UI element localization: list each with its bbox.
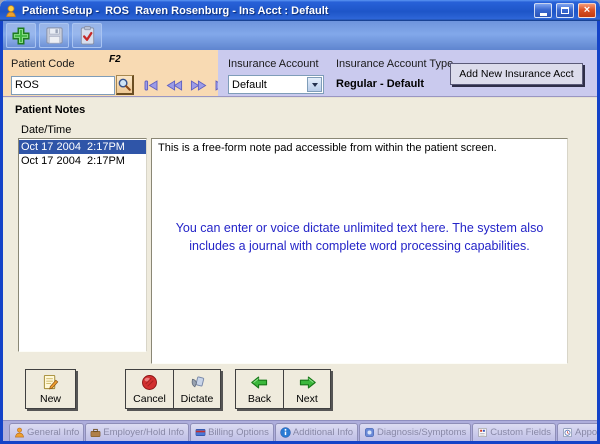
record-navigation <box>144 80 229 91</box>
note-text-area[interactable]: This is a free-form note pad accessible … <box>151 138 568 364</box>
patient-notes-page: Patient Notes Date/Time Oct 17 2004 2:17… <box>3 97 597 420</box>
tab-label: Appointments <box>575 427 597 438</box>
close-button[interactable]: × <box>578 3 596 18</box>
previous-record-button[interactable] <box>166 80 183 91</box>
back-button-label: Back <box>248 393 271 405</box>
tab-appointments[interactable]: Appointments <box>557 423 597 441</box>
next-button[interactable]: Next <box>283 369 331 409</box>
insurance-account-label: Insurance Account <box>228 58 319 70</box>
plus-icon <box>10 25 32 47</box>
insurance-panel: Insurance Account Default Insurance Acco… <box>218 50 597 96</box>
billing-card-icon <box>195 427 206 438</box>
search-button[interactable] <box>116 75 134 95</box>
clock-icon <box>562 427 573 438</box>
dictate-button-label: Dictate <box>181 393 214 405</box>
verify-button[interactable] <box>72 23 102 48</box>
person-icon <box>14 427 25 438</box>
custom-fields-icon <box>477 427 488 438</box>
toolbar <box>3 21 597 50</box>
bottom-tabbar: General Info Employer/Hold Info Billing Op… <box>3 420 597 441</box>
tab-label: Additional Info <box>293 427 353 438</box>
save-button[interactable] <box>39 23 69 48</box>
app-icon <box>4 4 18 18</box>
tab-label: Diagnosis/Symptoms <box>377 427 466 438</box>
tab-label: Custom Fields <box>490 427 551 438</box>
insurance-type-label: Insurance Account Type <box>336 58 453 70</box>
maximize-icon <box>561 7 569 14</box>
tab-label: Billing Options <box>208 427 269 438</box>
new-button-label: New <box>40 393 61 405</box>
back-button[interactable]: Back <box>235 369 283 409</box>
page-title: Patient Notes <box>15 104 85 116</box>
tab-label: General Info <box>27 427 79 438</box>
insurance-account-dropdown[interactable]: Default <box>228 75 324 94</box>
header-row: Patient Code F2 <box>3 50 597 97</box>
first-record-button[interactable] <box>144 80 159 91</box>
add-button[interactable] <box>6 23 36 48</box>
add-new-insurance-button[interactable]: Add New Insurance Acct <box>450 63 583 85</box>
maximize-button[interactable] <box>556 3 574 18</box>
tab-diagnosis-symptoms[interactable]: Diagnosis/Symptoms <box>359 423 471 441</box>
next-button-label: Next <box>296 393 318 405</box>
chevron-down-icon <box>312 83 318 87</box>
patient-code-hotkey: F2 <box>109 54 121 65</box>
list-item[interactable]: Oct 17 2004 2:17PM <box>19 154 146 168</box>
window-title: Patient Setup - ROS Raven Rosenburg - In… <box>22 5 530 17</box>
briefcase-icon <box>90 427 101 438</box>
tab-custom-fields[interactable]: Custom Fields <box>472 423 556 441</box>
microphone-icon <box>189 373 206 391</box>
search-icon <box>117 77 132 92</box>
info-icon <box>280 427 291 438</box>
floppy-icon <box>44 25 65 46</box>
tab-employer-hold-info[interactable]: Employer/Hold Info <box>85 423 189 441</box>
datetime-label: Date/Time <box>21 124 71 136</box>
minimize-button[interactable] <box>534 3 552 18</box>
cancel-icon <box>141 373 158 391</box>
tab-label: Employer/Hold Info <box>103 427 184 438</box>
patient-setup-window: Patient Setup - ROS Raven Rosenburg - In… <box>0 0 600 444</box>
new-note-icon <box>42 373 59 391</box>
minimize-icon <box>540 13 547 16</box>
insurance-account-value: Default <box>232 79 267 91</box>
patient-code-input[interactable] <box>11 76 115 95</box>
close-icon: × <box>584 5 590 16</box>
next-record-button[interactable] <box>190 80 207 91</box>
note-line1: This is a free-form note pad accessible … <box>152 139 567 157</box>
patient-code-panel: Patient Code F2 <box>3 50 218 96</box>
cancel-button[interactable]: Cancel <box>125 369 173 409</box>
diagnosis-icon <box>364 427 375 438</box>
notes-list[interactable]: Oct 17 2004 2:17PMOct 17 2004 2:17PM <box>18 138 147 352</box>
insurance-type-value: Regular - Default <box>336 78 453 90</box>
dictate-button[interactable]: Dictate <box>173 369 221 409</box>
arrow-right-icon <box>298 373 317 391</box>
dropdown-button[interactable] <box>307 77 322 92</box>
list-item[interactable]: Oct 17 2004 2:17PM <box>19 140 146 154</box>
tab-billing-options[interactable]: Billing Options <box>190 423 274 441</box>
tab-general-info[interactable]: General Info <box>9 423 84 441</box>
clipboard-check-icon <box>77 25 98 46</box>
cancel-button-label: Cancel <box>133 393 166 405</box>
new-button[interactable]: New <box>25 369 76 409</box>
titlebar: Patient Setup - ROS Raven Rosenburg - In… <box>0 0 600 21</box>
window-body: Patient Code F2 <box>0 21 600 444</box>
patient-code-label: Patient Code <box>11 58 75 70</box>
arrow-left-icon <box>250 373 269 391</box>
note-center-text: You can enter or voice dictate unlimited… <box>152 219 567 255</box>
tab-additional-info[interactable]: Additional Info <box>275 423 358 441</box>
